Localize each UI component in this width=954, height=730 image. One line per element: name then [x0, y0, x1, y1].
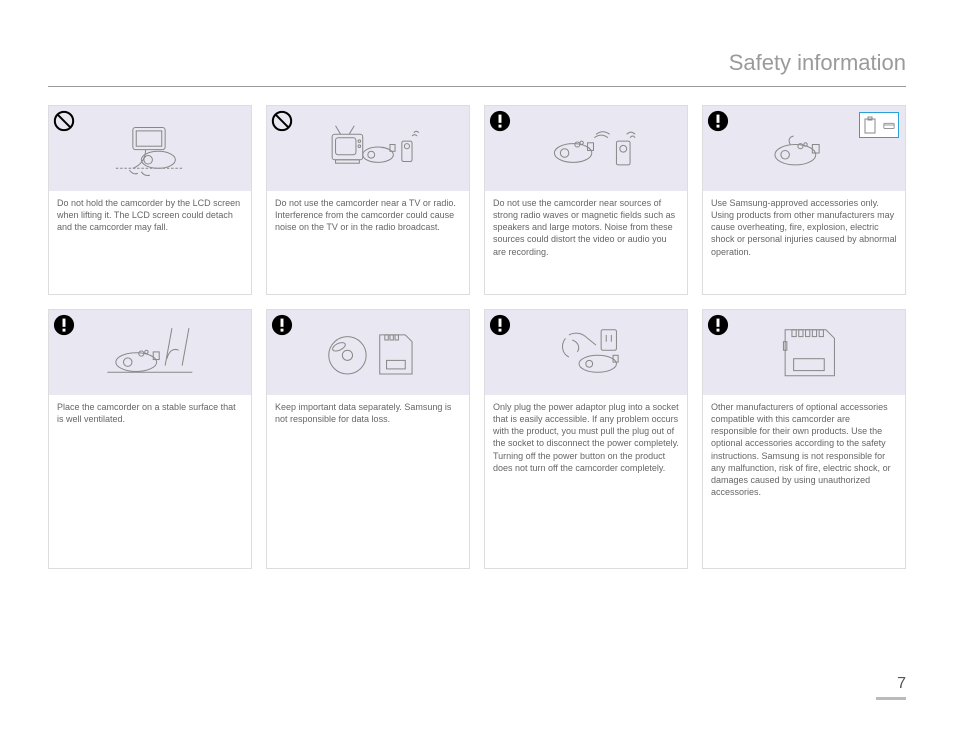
page-footer: 7	[876, 675, 906, 700]
illustration-stable-surface	[49, 310, 251, 395]
safety-text: Keep important data separately. Samsung …	[267, 395, 469, 568]
caution-icon	[707, 314, 729, 336]
illustration-tv-radio	[267, 106, 469, 191]
illustration-power-plug	[485, 310, 687, 395]
safety-card: Keep important data separately. Samsung …	[266, 309, 470, 569]
safety-card: Other manufacturers of optional accessor…	[702, 309, 906, 569]
safety-grid-row-2: Place the camcorder on a stable surface …	[48, 309, 906, 569]
safety-text: Do not hold the camcorder by the LCD scr…	[49, 191, 251, 294]
illustration-magnetic-field	[485, 106, 687, 191]
page-number: 7	[897, 675, 906, 697]
caution-icon	[489, 314, 511, 336]
illustration-lcd-lift	[49, 106, 251, 191]
prohibit-icon	[271, 110, 293, 132]
page-number-underline	[876, 697, 906, 700]
safety-text: Only plug the power adaptor plug into a …	[485, 395, 687, 568]
prohibit-icon	[53, 110, 75, 132]
safety-card: Only plug the power adaptor plug into a …	[484, 309, 688, 569]
safety-card: Do not hold the camcorder by the LCD scr…	[48, 105, 252, 295]
safety-text: Place the camcorder on a stable surface …	[49, 395, 251, 568]
safety-card: Use Samsung-approved accessories only. U…	[702, 105, 906, 295]
illustration-sd-card	[703, 310, 905, 395]
caution-icon	[489, 110, 511, 132]
safety-text: Do not use the camcorder near sources of…	[485, 191, 687, 294]
safety-card: Do not use the camcorder near sources of…	[484, 105, 688, 295]
safety-card: Place the camcorder on a stable surface …	[48, 309, 252, 569]
safety-text: Do not use the camcorder near a TV or ra…	[267, 191, 469, 294]
safety-text: Other manufacturers of optional accessor…	[703, 395, 905, 568]
accessory-highlight	[859, 112, 899, 138]
safety-text: Use Samsung-approved accessories only. U…	[703, 191, 905, 294]
safety-grid-row-1: Do not hold the camcorder by the LCD scr…	[48, 105, 906, 295]
page-title: Safety information	[48, 50, 906, 87]
caution-icon	[53, 314, 75, 336]
illustration-accessories	[703, 106, 905, 191]
illustration-data-backup	[267, 310, 469, 395]
safety-card: Do not use the camcorder near a TV or ra…	[266, 105, 470, 295]
caution-icon	[271, 314, 293, 336]
caution-icon	[707, 110, 729, 132]
